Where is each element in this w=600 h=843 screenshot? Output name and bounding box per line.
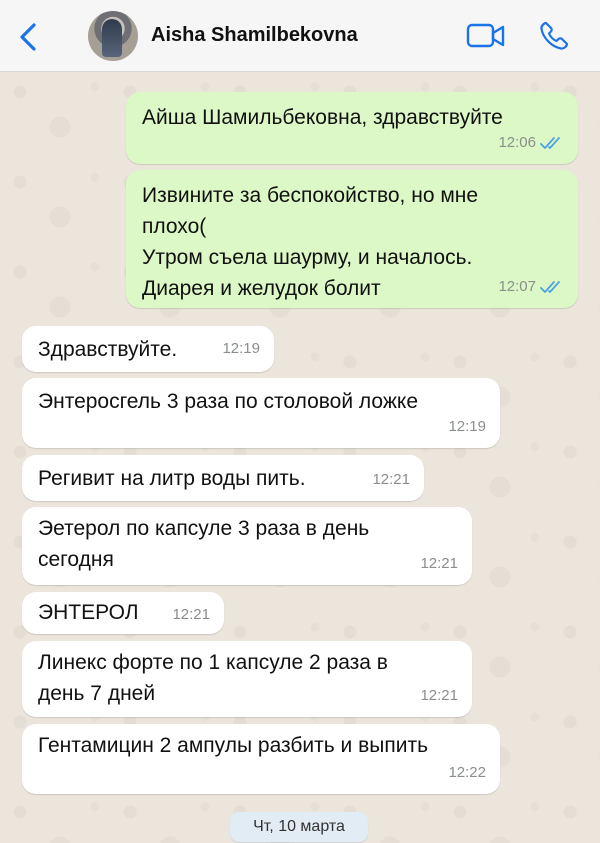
- message-bubble-incoming[interactable]: Гентамицин 2 ампулы разбить и выпить 12:…: [22, 724, 500, 794]
- message-time: 12:07: [498, 278, 536, 295]
- date-separator: Чт, 10 марта: [230, 812, 368, 842]
- message-meta: 12:21: [172, 599, 210, 630]
- message-meta: 12:22: [448, 757, 486, 788]
- message-time: 12:21: [172, 606, 210, 623]
- message-time: 12:06: [498, 134, 536, 151]
- message-meta: 12:19: [448, 411, 486, 442]
- message-bubble-incoming[interactable]: Энтеросгель 3 раза по столовой ложке 12:…: [22, 378, 500, 448]
- message-text: Линекс форте по 1 капсуле 2 раза в день …: [38, 651, 388, 705]
- message-time: 12:19: [222, 340, 260, 357]
- message-text: Регивит на литр воды пить.: [38, 467, 306, 490]
- message-time: 12:22: [448, 764, 486, 781]
- read-check-icon: [540, 136, 564, 150]
- message-bubble-incoming[interactable]: Регивит на литр воды пить. 12:21: [22, 455, 424, 501]
- message-bubble-outgoing[interactable]: Айша Шамильбековна, здравствуйте 12:06: [126, 92, 578, 164]
- chat-header: Aisha Shamilbekovna: [0, 0, 600, 72]
- read-check-icon: [540, 280, 564, 294]
- message-bubble-incoming[interactable]: Линекс форте по 1 капсуле 2 раза в день …: [22, 641, 472, 717]
- video-call-icon[interactable]: [466, 22, 506, 50]
- message-bubble-incoming[interactable]: ЭНТЕРОЛ 12:21: [22, 592, 224, 634]
- message-text: Эетерол по капсуле 3 раза в день сегодня: [38, 517, 370, 571]
- message-time: 12:19: [448, 418, 486, 435]
- message-meta: 12:21: [420, 680, 458, 711]
- message-bubble-outgoing[interactable]: Извините за беспокойство, но мне плохо( …: [126, 170, 578, 308]
- message-bubble-incoming[interactable]: Здравствуйте. 12:19: [22, 326, 274, 372]
- message-text: Энтеросгель 3 раза по столовой ложке: [38, 390, 418, 413]
- message-meta: 12:06: [498, 127, 564, 158]
- chevron-left-icon[interactable]: [14, 20, 44, 54]
- message-meta: 12:21: [420, 548, 458, 579]
- message-time: 12:21: [420, 687, 458, 704]
- message-meta: 12:19: [222, 333, 260, 364]
- phone-icon[interactable]: [538, 20, 570, 52]
- message-time: 12:21: [372, 471, 410, 488]
- message-meta: 12:07: [498, 271, 564, 302]
- message-bubble-incoming[interactable]: Эетерол по капсуле 3 раза в день сегодня…: [22, 507, 472, 585]
- message-meta: 12:21: [372, 464, 410, 495]
- contact-name[interactable]: Aisha Shamilbekovna: [151, 24, 358, 47]
- message-text: Гентамицин 2 ампулы разбить и выпить: [38, 734, 429, 757]
- avatar[interactable]: [88, 11, 138, 61]
- message-time: 12:21: [420, 555, 458, 572]
